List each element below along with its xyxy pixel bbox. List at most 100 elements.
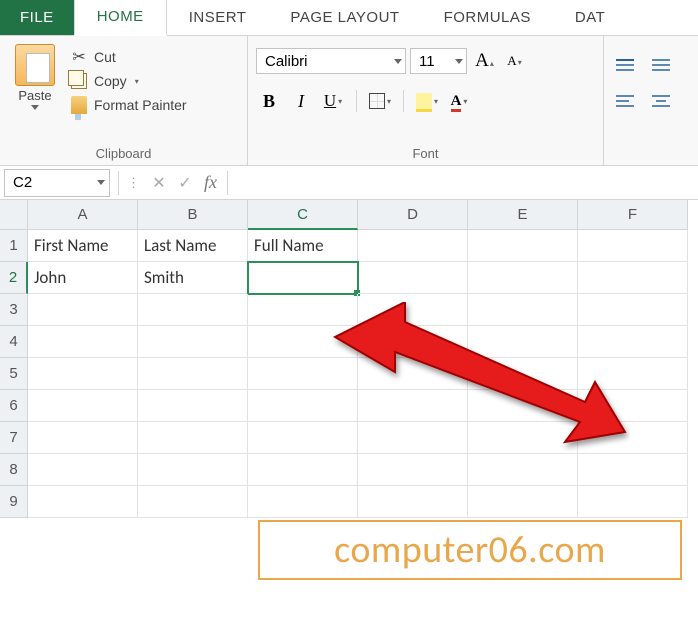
paste-button[interactable]: Paste <box>8 42 62 110</box>
align-center-button[interactable] <box>648 88 674 114</box>
cell[interactable] <box>248 486 358 518</box>
row-header-7[interactable]: 7 <box>0 422 28 454</box>
row-header-6[interactable]: 6 <box>0 390 28 422</box>
cell[interactable] <box>248 358 358 390</box>
tab-page-layout[interactable]: PAGE LAYOUT <box>268 0 421 35</box>
cell-c1[interactable]: Full Name <box>248 230 358 262</box>
row-header-3[interactable]: 3 <box>0 294 28 326</box>
cell-a2[interactable]: John <box>28 262 138 294</box>
cell[interactable] <box>468 390 578 422</box>
cell[interactable] <box>578 486 688 518</box>
cell[interactable] <box>138 390 248 422</box>
enter-formula-button[interactable]: ✓ <box>172 170 198 196</box>
cell[interactable] <box>138 326 248 358</box>
cell[interactable] <box>358 454 468 486</box>
cell[interactable] <box>468 358 578 390</box>
tab-insert[interactable]: INSERT <box>167 0 269 35</box>
cell[interactable] <box>248 326 358 358</box>
cell[interactable] <box>28 486 138 518</box>
align-top-button[interactable] <box>612 52 638 78</box>
tab-file[interactable]: FILE <box>0 0 74 35</box>
chevron-down-icon[interactable] <box>455 59 463 64</box>
cell[interactable] <box>138 294 248 326</box>
font-size-combo[interactable]: 11 <box>410 48 467 74</box>
align-left-button[interactable] <box>612 88 638 114</box>
col-header-e[interactable]: E <box>468 200 578 230</box>
col-header-a[interactable]: A <box>28 200 138 230</box>
cell[interactable] <box>248 422 358 454</box>
cell[interactable] <box>248 390 358 422</box>
cell[interactable] <box>28 294 138 326</box>
cell-e2[interactable] <box>468 262 578 294</box>
cell[interactable] <box>468 422 578 454</box>
cell[interactable] <box>578 390 688 422</box>
cell-b2[interactable]: Smith <box>138 262 248 294</box>
grip-icon[interactable]: ⋮ <box>123 175 146 191</box>
cell[interactable] <box>138 454 248 486</box>
bold-button[interactable]: B <box>256 88 282 114</box>
chevron-down-icon[interactable]: ▾ <box>434 97 438 106</box>
cell[interactable] <box>358 294 468 326</box>
cell[interactable] <box>468 294 578 326</box>
cut-button[interactable]: ✂ Cut <box>70 48 187 66</box>
cell[interactable] <box>138 486 248 518</box>
cell[interactable] <box>28 390 138 422</box>
format-painter-button[interactable]: Format Painter <box>70 96 187 114</box>
cell[interactable] <box>578 294 688 326</box>
name-box[interactable]: C2 <box>4 169 110 197</box>
cell-e1[interactable] <box>468 230 578 262</box>
cell[interactable] <box>578 358 688 390</box>
cell[interactable] <box>248 294 358 326</box>
chevron-down-icon[interactable]: ▾ <box>338 97 342 106</box>
copy-button[interactable]: Copy ▾ <box>70 72 187 90</box>
fx-label[interactable]: fx <box>198 172 223 193</box>
chevron-down-icon[interactable] <box>394 59 402 64</box>
cancel-formula-button[interactable]: ✕ <box>146 170 172 196</box>
font-name-combo[interactable]: Calibri <box>256 48 406 74</box>
cell[interactable] <box>248 454 358 486</box>
cell[interactable] <box>468 454 578 486</box>
font-color-button[interactable]: A▾ <box>446 88 472 114</box>
tab-data[interactable]: DAT <box>553 0 627 35</box>
cell-c2[interactable] <box>248 262 358 294</box>
cell[interactable] <box>578 326 688 358</box>
row-header-2[interactable]: 2 <box>0 262 28 294</box>
row-header-4[interactable]: 4 <box>0 326 28 358</box>
chevron-down-icon[interactable]: ▾ <box>387 97 391 106</box>
tab-home[interactable]: HOME <box>74 0 167 36</box>
cell[interactable] <box>578 422 688 454</box>
row-header-9[interactable]: 9 <box>0 486 28 518</box>
cell[interactable] <box>358 390 468 422</box>
cell[interactable] <box>358 358 468 390</box>
row-header-1[interactable]: 1 <box>0 230 28 262</box>
chevron-down-icon[interactable]: ▾ <box>463 97 467 106</box>
cell-f1[interactable] <box>578 230 688 262</box>
decrease-font-button[interactable]: A <box>501 48 527 74</box>
cell[interactable] <box>138 358 248 390</box>
increase-font-button[interactable]: A <box>471 48 497 74</box>
chevron-down-icon[interactable] <box>31 105 39 110</box>
cell[interactable] <box>358 326 468 358</box>
cell[interactable] <box>28 326 138 358</box>
select-all-corner[interactable] <box>0 200 28 230</box>
borders-button[interactable]: ▾ <box>367 88 393 114</box>
cell[interactable] <box>358 422 468 454</box>
col-header-f[interactable]: F <box>578 200 688 230</box>
row-header-8[interactable]: 8 <box>0 454 28 486</box>
fill-color-button[interactable]: ▾ <box>414 88 440 114</box>
underline-button[interactable]: U▾ <box>320 88 346 114</box>
col-header-d[interactable]: D <box>358 200 468 230</box>
italic-button[interactable]: I <box>288 88 314 114</box>
cell[interactable] <box>28 358 138 390</box>
tab-formulas[interactable]: FORMULAS <box>422 0 553 35</box>
cell[interactable] <box>358 486 468 518</box>
cell-b1[interactable]: Last Name <box>138 230 248 262</box>
cell[interactable] <box>138 422 248 454</box>
cell-f2[interactable] <box>578 262 688 294</box>
cell[interactable] <box>28 422 138 454</box>
cell-a1[interactable]: First Name <box>28 230 138 262</box>
worksheet[interactable]: A B C D E F 1 First Name Last Name Full … <box>0 200 698 518</box>
chevron-down-icon[interactable]: ▾ <box>135 77 139 86</box>
cell-d2[interactable] <box>358 262 468 294</box>
col-header-b[interactable]: B <box>138 200 248 230</box>
